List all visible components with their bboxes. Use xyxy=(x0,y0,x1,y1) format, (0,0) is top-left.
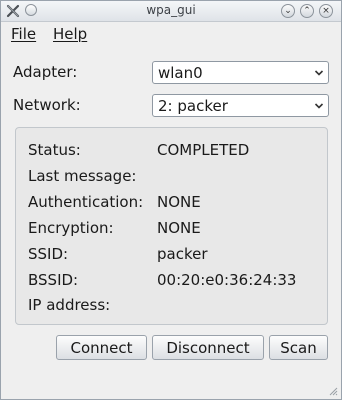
ip-address-label: IP address: xyxy=(28,296,111,314)
minimize-icon[interactable]: ⌄ xyxy=(281,4,295,18)
adapter-select-value: wlan0 xyxy=(158,64,203,82)
connect-button[interactable]: Connect xyxy=(56,335,147,360)
close-icon[interactable]: × xyxy=(319,4,333,18)
chevron-down-icon xyxy=(314,103,324,109)
network-select-value: 2: packer xyxy=(158,97,228,115)
bssid-label: BSSID: xyxy=(28,271,79,289)
disconnect-button[interactable]: Disconnect xyxy=(152,335,264,360)
network-label: Network: xyxy=(13,96,81,114)
adapter-label: Adapter: xyxy=(13,63,78,81)
chevron-down-icon xyxy=(314,70,324,76)
title-bar[interactable]: wpa_gui ⌄ ⌃ × xyxy=(1,1,341,22)
wpa-gui-window: wpa_gui ⌄ ⌃ × File Help Adapter: wlan0 N… xyxy=(0,0,342,400)
maximize-icon[interactable]: ⌃ xyxy=(300,4,314,18)
menu-bar: File Help xyxy=(1,22,341,46)
adapter-select[interactable]: wlan0 xyxy=(152,61,329,84)
status-panel: Status: COMPLETED Last message: Authenti… xyxy=(15,127,328,325)
bssid-value: 00:20:e0:36:24:33 xyxy=(157,271,297,289)
ssid-value: packer xyxy=(157,245,208,263)
resize-grip-icon[interactable] xyxy=(328,386,338,396)
encryption-label: Encryption: xyxy=(28,219,114,237)
authentication-value: NONE xyxy=(157,193,201,211)
last-message-label: Last message: xyxy=(28,167,137,185)
status-label: Status: xyxy=(28,141,81,159)
authentication-label: Authentication: xyxy=(28,193,144,211)
encryption-value: NONE xyxy=(157,219,201,237)
status-value: COMPLETED xyxy=(157,141,250,159)
menu-help[interactable]: Help xyxy=(53,25,87,43)
scan-button[interactable]: Scan xyxy=(269,335,328,360)
menu-file-label: File xyxy=(11,25,37,43)
menu-file[interactable]: File xyxy=(11,25,36,43)
network-select[interactable]: 2: packer xyxy=(152,94,329,117)
ssid-label: SSID: xyxy=(28,245,69,263)
menu-help-label: Help xyxy=(53,25,88,43)
